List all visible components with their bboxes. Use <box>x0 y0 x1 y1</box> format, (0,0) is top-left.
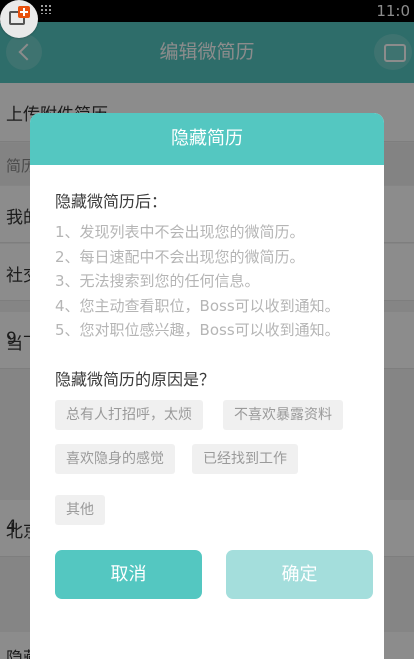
reason-title: 隐藏微简历的原因是？ <box>55 370 216 389</box>
hide-resume-dialog: 隐藏简历 隐藏微简历后： 1、发现列表中不会出现您的微简历。 2、每日速配中不会… <box>30 113 384 659</box>
reason-tag-privacy[interactable]: 不喜欢暴露资料 <box>223 400 343 430</box>
cancel-button[interactable]: 取消 <box>55 550 202 599</box>
hide-effect-item: 1、发现列表中不会出现您的微简历。 <box>55 223 305 241</box>
hide-effects-list: 1、发现列表中不会出现您的微简历。 2、每日速配中不会出现您的微简历。 3、无法… <box>55 220 340 343</box>
dots-indicator-icon <box>40 4 52 14</box>
hide-effect-item: 2、每日速配中不会出现您的微简历。 <box>55 247 305 266</box>
reason-tag-found-job[interactable]: 已经找到工作 <box>192 444 298 474</box>
dialog-intro: 隐藏微简历后： <box>55 192 168 211</box>
reason-tag-annoying[interactable]: 总有人打招呼，太烦 <box>55 400 203 430</box>
hide-effect-item: 3、无法搜索到您的任何信息。 <box>55 272 260 290</box>
reason-tag-other[interactable]: 其他 <box>55 495 105 525</box>
reason-tag-invisible[interactable]: 喜欢隐身的感觉 <box>55 444 175 474</box>
confirm-button[interactable]: 确定 <box>226 550 373 599</box>
dialog-title: 隐藏简历 <box>30 113 384 165</box>
hide-effect-item: 5、您对职位感兴趣，Boss可以收到通知。 <box>55 321 340 339</box>
plus-badge-icon <box>18 6 30 18</box>
hide-effect-item: 4、您主动查看职位，Boss可以收到通知。 <box>55 296 340 315</box>
floating-app-icon[interactable] <box>0 0 38 38</box>
